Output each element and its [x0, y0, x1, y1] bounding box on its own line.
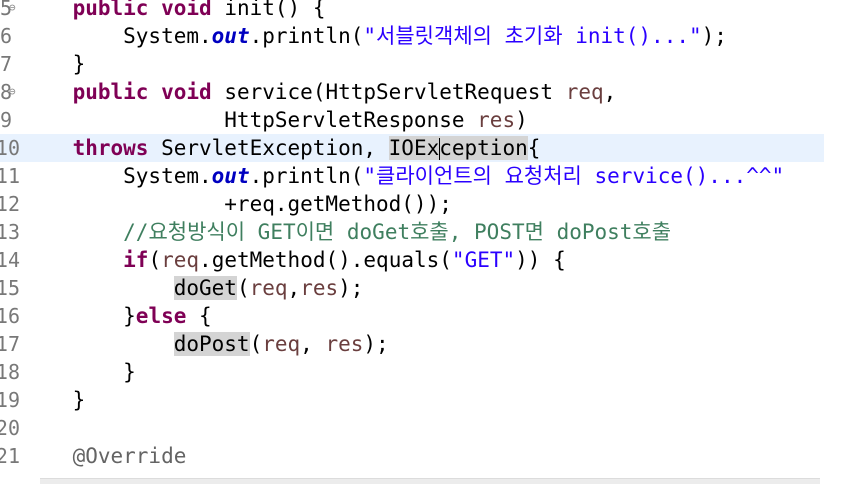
code-text: System.out.println("서블릿객체의 초기화 init()...…: [22, 24, 727, 48]
code-text: }else {: [22, 304, 212, 328]
occurrence-highlight: IOException: [388, 136, 528, 160]
code-line[interactable]: 5 ⊖ public void init() {: [0, 0, 824, 22]
code-line[interactable]: 17 doPost(req, res);: [0, 330, 824, 358]
code-line[interactable]: 6 System.out.println("서블릿객체의 초기화 init().…: [0, 22, 824, 50]
line-number: 12: [0, 192, 20, 216]
collapse-fold-icon[interactable]: ⊖: [9, 0, 16, 22]
code-line[interactable]: 21 @Override: [0, 442, 824, 470]
code-line[interactable]: 18 }: [0, 358, 824, 386]
code-editor[interactable]: 5 ⊖ public void init() { 6 System.out.pr…: [0, 0, 844, 484]
line-number: 18: [0, 360, 20, 384]
annotation: @Override: [72, 444, 187, 468]
code-line[interactable]: 19 }: [0, 386, 824, 414]
code-text: if(req.getMethod().equals("GET")) {: [123, 248, 566, 272]
code-line[interactable]: 13 //요청방식이 GET이면 doGet호출, POST면 doPost호출: [0, 218, 824, 246]
code-text: HttpServletResponse res): [22, 108, 528, 132]
code-text: throws ServletException, IOException{: [72, 136, 541, 160]
code-text: System.out.println("클라이언트의 요청처리 service(…: [22, 164, 785, 188]
line-number: 17: [0, 332, 20, 356]
code-text: @Override: [22, 442, 187, 470]
code-text: }: [22, 360, 136, 384]
code-text: }: [22, 388, 86, 412]
code-line[interactable]: 7 }: [0, 50, 824, 78]
occurrence-highlight: doGet: [173, 276, 237, 300]
line-number: 21: [0, 444, 20, 468]
line-number: 16: [0, 304, 20, 328]
code-text: doPost(req, res);: [173, 332, 389, 356]
line-number: 14: [0, 248, 20, 272]
code-line[interactable]: 20: [0, 414, 824, 442]
line-number: 20: [0, 416, 20, 440]
code-line[interactable]: 8 ⊖ public void service(HttpServletReque…: [0, 78, 824, 106]
line-number: 10: [0, 136, 20, 160]
code-line[interactable]: 12 +req.getMethod());: [0, 190, 824, 218]
code-text: doGet(req,res);: [173, 276, 364, 300]
code-line[interactable]: 15 doGet(req,res);: [0, 274, 824, 302]
code-line[interactable]: 16 }else {: [0, 302, 824, 330]
code-text: public void service(HttpServletRequest r…: [72, 80, 617, 104]
code-line[interactable]: 14 if(req.getMethod().equals("GET")) {: [0, 246, 824, 274]
horizontal-scrollbar[interactable]: [40, 478, 820, 484]
code-text: }: [22, 52, 86, 76]
occurrence-highlight: doPost: [173, 332, 250, 356]
line-number: 9: [0, 108, 13, 132]
code-line[interactable]: 11 System.out.println("클라이언트의 요청처리 servi…: [0, 162, 824, 190]
line-number: 15: [0, 276, 20, 300]
code-text: +req.getMethod());: [22, 192, 452, 216]
code-text: //요청방식이 GET이면 doGet호출, POST면 doPost호출: [22, 218, 671, 246]
current-code-line[interactable]: 10 throws ServletException, IOException{: [0, 134, 824, 162]
collapse-fold-icon[interactable]: ⊖: [9, 78, 16, 106]
line-number: 13: [0, 220, 20, 244]
line-number: 6: [0, 24, 13, 48]
code-text: public void init() {: [72, 0, 326, 20]
code-comment: //요청방식이 GET이면 doGet호출, POST면 doPost호출: [123, 220, 672, 244]
line-number: 7: [0, 52, 13, 76]
line-number: 19: [0, 388, 20, 412]
line-number: 11: [0, 164, 20, 188]
code-line[interactable]: 9 HttpServletResponse res): [0, 106, 824, 134]
